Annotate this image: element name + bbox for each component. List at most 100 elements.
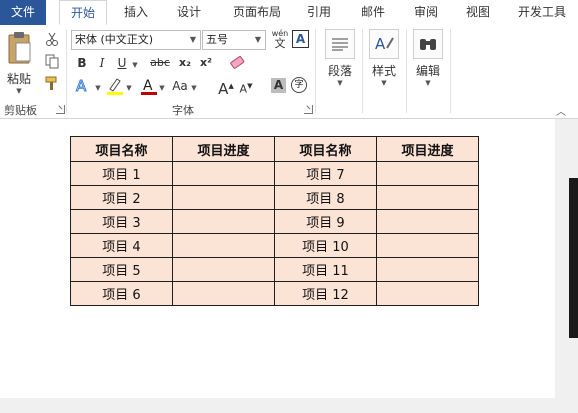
paste-dropdown-icon[interactable]: ▼ <box>4 87 34 95</box>
table-cell[interactable]: 项目 7 <box>274 161 377 186</box>
table-row: 项目 6 项目 12 <box>70 281 479 306</box>
group-divider <box>362 29 363 113</box>
tab-review[interactable]: 审阅 <box>405 0 447 25</box>
italic-button[interactable]: I <box>94 53 110 73</box>
text-effects-icon: A <box>76 77 88 96</box>
highlighter-icon <box>107 78 123 95</box>
paragraph-dropdown-icon[interactable]: ▼ <box>322 79 358 87</box>
underline-button[interactable]: U <box>114 53 130 73</box>
copy-icon[interactable] <box>44 53 60 69</box>
table-cell[interactable]: 项目 5 <box>70 257 173 282</box>
table-cell[interactable]: 项目 4 <box>70 233 173 258</box>
highlight-color-button[interactable] <box>105 76 125 96</box>
change-case-button[interactable]: Aa <box>170 76 190 96</box>
tab-design[interactable]: 设计 <box>168 0 210 25</box>
table-header-cell[interactable]: 项目名称 <box>70 136 173 162</box>
table-cell[interactable] <box>376 161 479 186</box>
binoculars-icon <box>413 29 443 59</box>
table-header-cell[interactable]: 项目进度 <box>172 136 275 162</box>
table-cell[interactable] <box>172 161 275 186</box>
format-painter-icon[interactable] <box>44 75 60 91</box>
text-effects-button[interactable]: A <box>74 76 96 96</box>
tab-references[interactable]: 引用 <box>298 0 340 25</box>
page-margin-bottom <box>0 398 578 413</box>
table-cell[interactable]: 项目 10 <box>274 233 377 258</box>
background-window-strip <box>569 178 578 338</box>
table-cell[interactable]: 项目 8 <box>274 185 377 210</box>
table-cell[interactable]: 项目 9 <box>274 209 377 234</box>
table-cell[interactable]: 项目 11 <box>274 257 377 282</box>
table-cell[interactable]: 项目 2 <box>70 185 173 210</box>
grow-font-button[interactable]: A▲ <box>218 76 234 98</box>
clear-formatting-icon[interactable] <box>228 53 246 71</box>
grow-font-glyph: A <box>218 80 229 98</box>
table-cell[interactable]: 项目 6 <box>70 281 173 306</box>
superscript-button[interactable]: x² <box>197 53 215 73</box>
chevron-down-icon[interactable]: ▼ <box>186 31 200 49</box>
table-cell[interactable] <box>172 209 275 234</box>
table-cell[interactable] <box>376 233 479 258</box>
tab-file[interactable]: 文件 <box>0 0 46 25</box>
table-row: 项目 1 项目 7 <box>70 161 479 186</box>
underline-dropdown-icon[interactable]: ▼ <box>130 53 140 73</box>
font-size-combo[interactable]: 五号 ▼ <box>202 30 266 50</box>
ribbon-home: 粘贴 ▼ 剪贴板 宋体 (中文正文) ▼ 五号 ▼ wén 文 A B I U … <box>0 25 578 119</box>
table-cell[interactable] <box>172 233 275 258</box>
editing-button[interactable]: 编辑 ▼ <box>410 29 446 87</box>
tab-developer[interactable]: 开发工具 <box>510 0 578 25</box>
styles-button[interactable]: A 样式 ▼ <box>366 29 402 87</box>
table-header-cell[interactable]: 项目进度 <box>376 136 479 162</box>
strikethrough-button[interactable]: abc <box>148 53 172 73</box>
character-border-button[interactable]: A <box>292 30 309 48</box>
font-launcher-icon[interactable] <box>304 105 313 114</box>
bold-button[interactable]: B <box>74 53 90 73</box>
highlight-dropdown-icon[interactable]: ▼ <box>125 76 133 96</box>
font-name-combo[interactable]: 宋体 (中文正文) ▼ <box>71 30 201 50</box>
tab-page-layout[interactable]: 页面布局 <box>224 0 290 25</box>
table-cell[interactable] <box>172 281 275 306</box>
table-cell[interactable] <box>376 185 479 210</box>
ribbon-tab-bar: 文件 开始 插入 设计 页面布局 引用 邮件 审阅 视图 开发工具 <box>0 0 578 26</box>
table-row: 项目 4 项目 10 <box>70 233 479 258</box>
change-case-dropdown-icon[interactable]: ▼ <box>190 76 198 96</box>
font-color-button[interactable]: A <box>140 76 158 96</box>
table-cell[interactable] <box>172 257 275 282</box>
collapse-ribbon-icon[interactable]: ︿ <box>556 103 566 118</box>
enclose-characters-button[interactable]: 字 <box>291 77 307 93</box>
table-cell[interactable]: 项目 3 <box>70 209 173 234</box>
table-cell[interactable] <box>376 209 479 234</box>
subscript-button[interactable]: x₂ <box>176 53 194 73</box>
font-color-dropdown-icon[interactable]: ▼ <box>158 76 166 96</box>
table-cell[interactable] <box>172 185 275 210</box>
editing-dropdown-icon[interactable]: ▼ <box>410 79 446 87</box>
table-header-cell[interactable]: 项目名称 <box>274 136 377 162</box>
table-row: 项目 5 项目 11 <box>70 257 479 282</box>
paste-button[interactable]: 粘贴 ▼ <box>4 31 34 95</box>
font-color-icon: A <box>141 78 157 95</box>
chevron-down-icon[interactable]: ▼ <box>251 31 265 49</box>
group-divider <box>315 29 316 113</box>
tab-view[interactable]: 视图 <box>457 0 499 25</box>
styles-dropdown-icon[interactable]: ▼ <box>366 79 402 87</box>
svg-text:A: A <box>143 78 153 94</box>
tab-mailings[interactable]: 邮件 <box>352 0 394 25</box>
clipboard-group-label: 剪贴板 <box>4 104 37 117</box>
group-divider <box>450 29 451 113</box>
text-effects-dropdown-icon[interactable]: ▼ <box>94 76 102 96</box>
tab-home[interactable]: 开始 <box>59 0 107 25</box>
table-cell[interactable] <box>376 281 479 306</box>
tab-insert[interactable]: 插入 <box>115 0 157 25</box>
phonetic-guide-button[interactable]: wén 文 <box>270 29 290 51</box>
editing-label: 编辑 <box>415 64 440 78</box>
group-divider <box>406 29 407 113</box>
paragraph-button[interactable]: 段落 ▼ <box>322 29 358 87</box>
table-cell[interactable]: 项目 12 <box>274 281 377 306</box>
clipboard-launcher-icon[interactable] <box>56 105 65 114</box>
character-shading-button[interactable]: A <box>271 78 286 93</box>
shrink-font-glyph: A <box>239 82 248 96</box>
table-cell[interactable]: 项目 1 <box>70 161 173 186</box>
cut-icon[interactable] <box>44 31 60 47</box>
font-name-value: 宋体 (中文正文) <box>75 33 154 46</box>
shrink-font-button[interactable]: A▼ <box>238 76 254 96</box>
table-cell[interactable] <box>376 257 479 282</box>
